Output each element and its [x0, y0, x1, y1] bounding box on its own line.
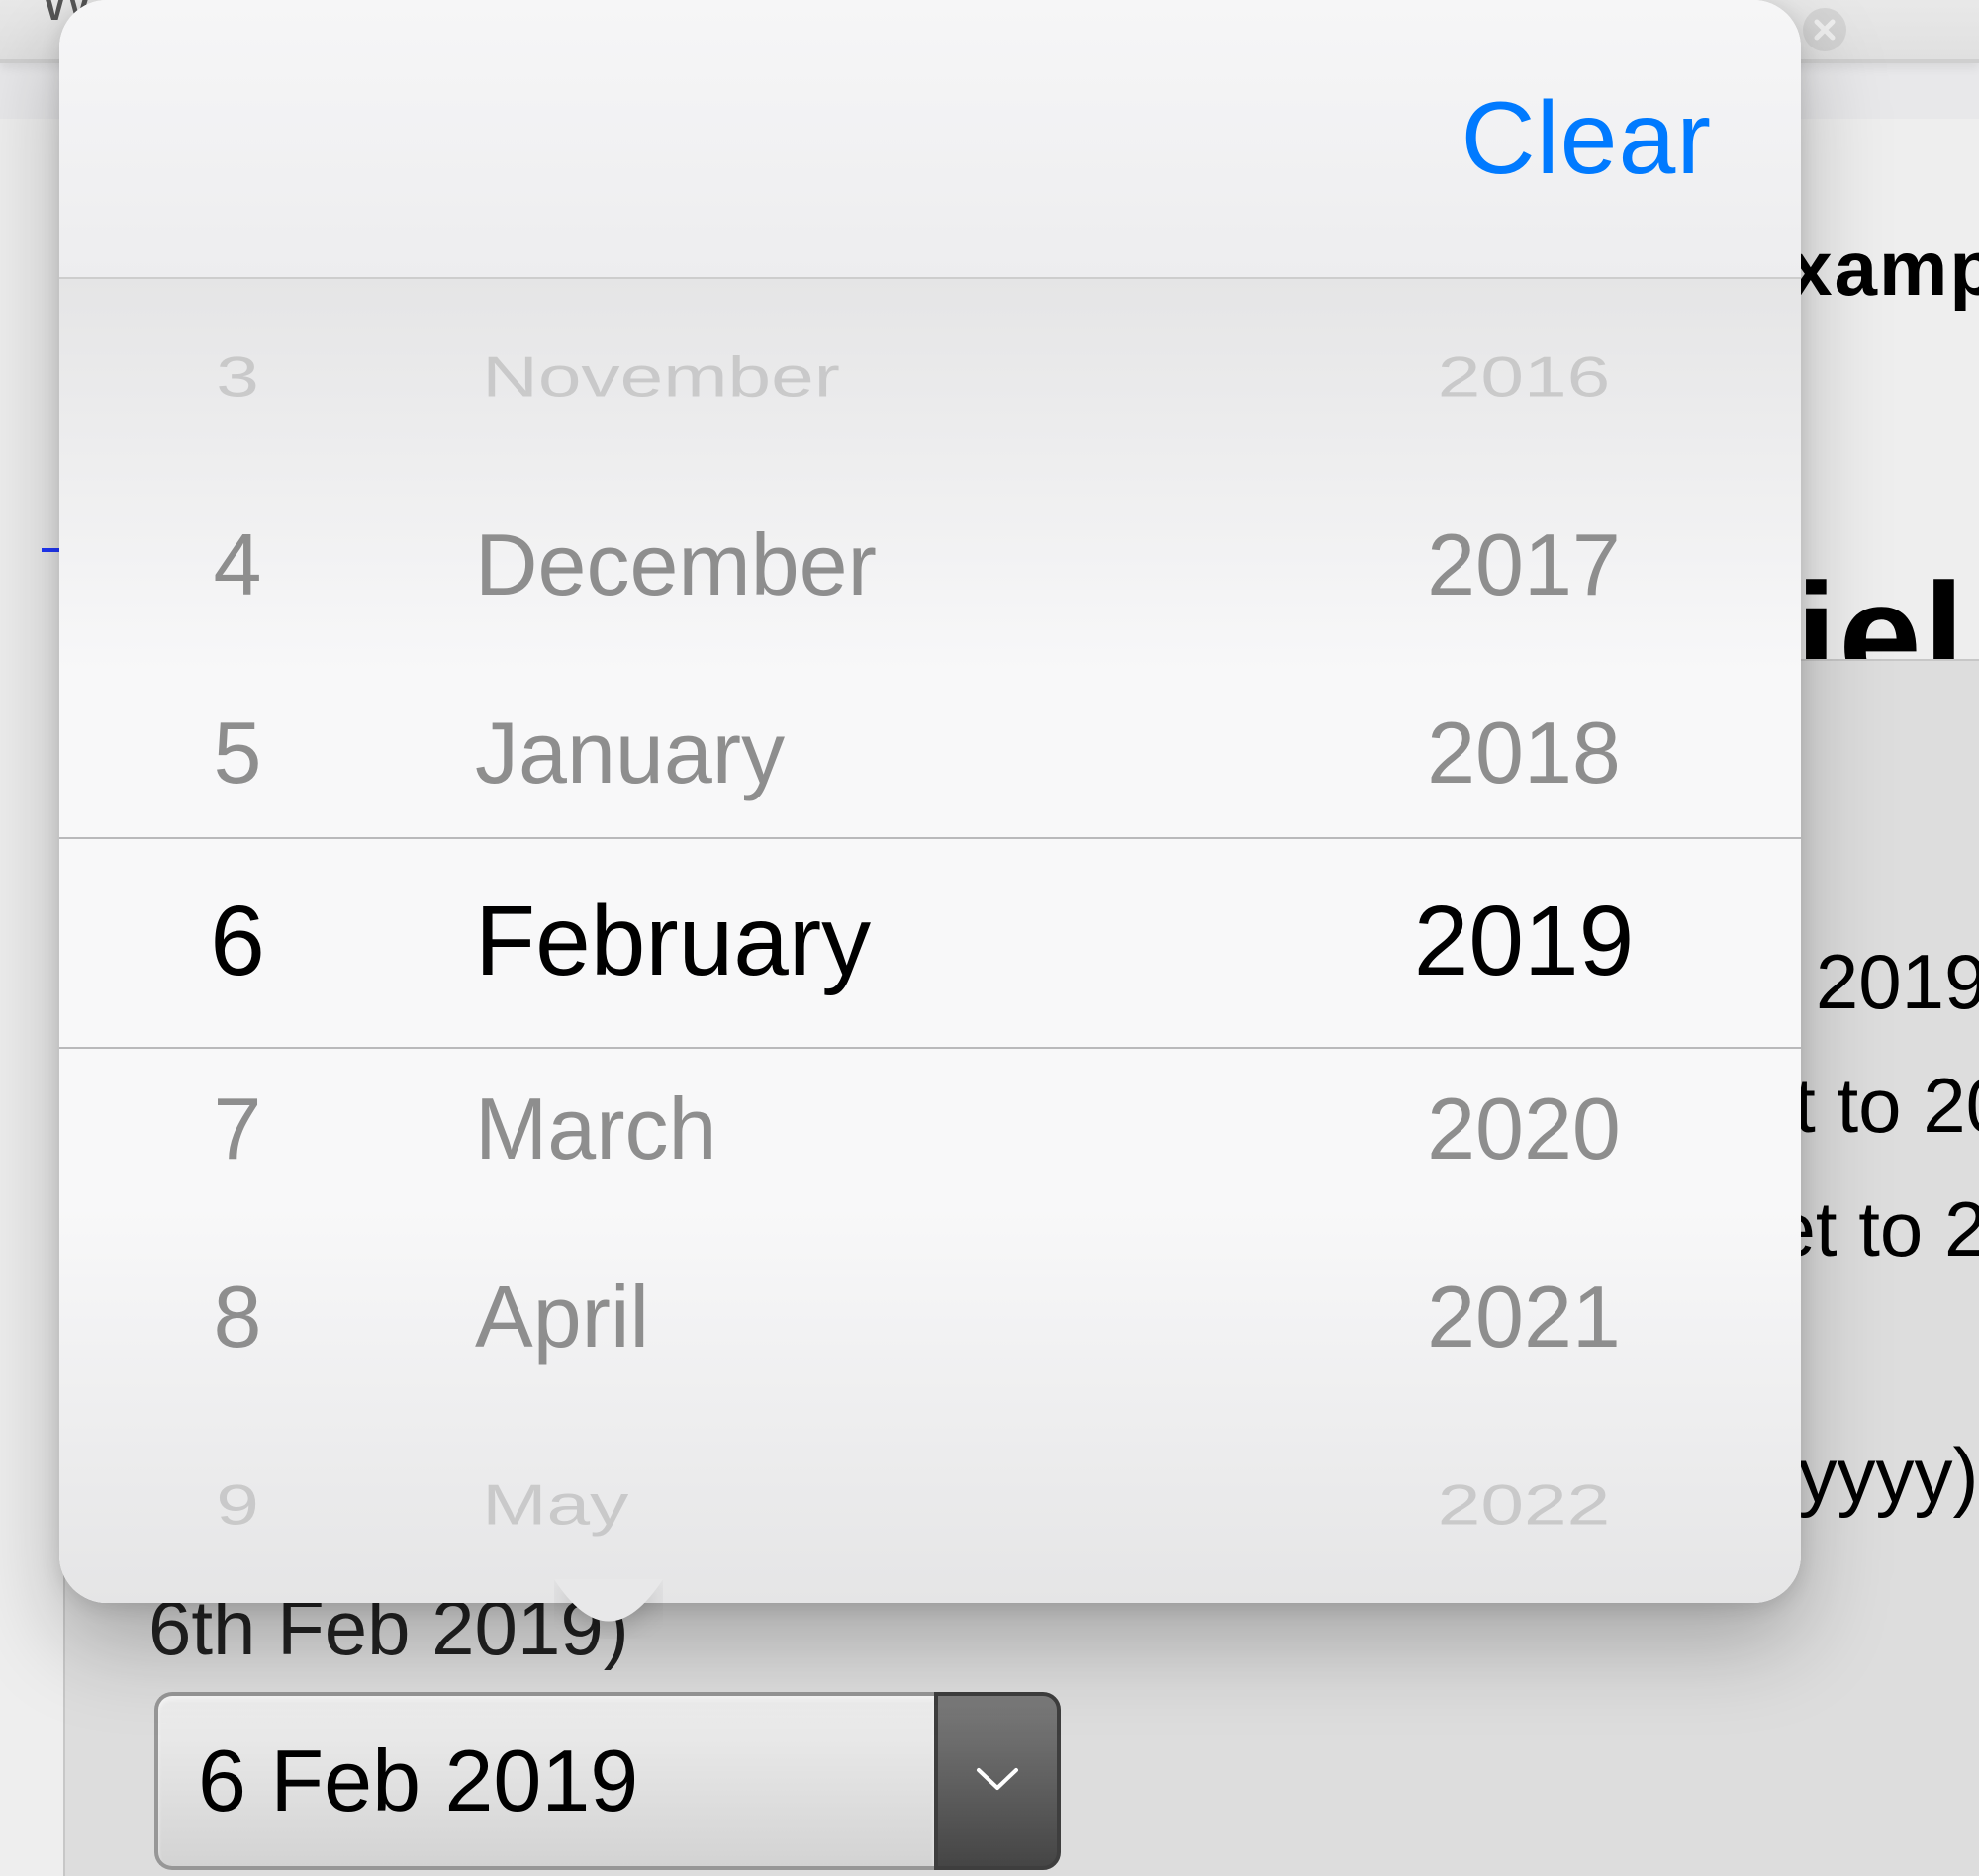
year-wheel[interactable]: 2015 2016 2017 2018 2019 2020 2021 2022 …	[1247, 279, 1801, 1603]
day-option[interactable]: 7	[59, 1035, 416, 1223]
month-option-selected[interactable]: February	[416, 847, 1247, 1035]
date-select-dropdown-button[interactable]	[934, 1692, 1061, 1870]
day-option-selected[interactable]: 6	[59, 847, 416, 1035]
month-option[interactable]: December	[416, 471, 1247, 659]
side-text-fragment: 2019 t to 20 et to 2 -yyyy)	[1773, 920, 1979, 1538]
month-option[interactable]: November	[424, 310, 1238, 445]
date-picker-toolbar: Clear	[59, 0, 1801, 279]
clear-button[interactable]: Clear	[1461, 80, 1712, 198]
year-option[interactable]: 2016	[1253, 310, 1796, 445]
day-option[interactable]: 4	[59, 471, 416, 659]
day-wheel[interactable]: 2 3 4 5 6 7 8 9 10	[59, 279, 416, 1603]
date-select[interactable]: 6 Feb 2019	[154, 1692, 1061, 1870]
year-option[interactable]: 2018	[1247, 659, 1801, 847]
date-picker-popover: Clear 2 3 4 5 6 7 8 9 10 October Novembe…	[59, 0, 1801, 1603]
day-option[interactable]: 8	[59, 1223, 416, 1411]
year-option[interactable]: 2022	[1253, 1438, 1796, 1573]
month-option[interactable]: January	[416, 659, 1247, 847]
day-option[interactable]: 3	[63, 310, 413, 445]
chevron-down-icon	[975, 1764, 1020, 1799]
month-option[interactable]: March	[416, 1035, 1247, 1223]
day-option[interactable]: 5	[59, 659, 416, 847]
popover-arrow-icon	[554, 1579, 663, 1639]
year-option[interactable]: 2017	[1247, 471, 1801, 659]
date-select-value[interactable]: 6 Feb 2019	[154, 1692, 934, 1870]
month-option[interactable]: May	[424, 1438, 1238, 1573]
link-fragment	[42, 473, 61, 552]
day-option[interactable]: 9	[63, 1438, 413, 1573]
year-option[interactable]: 2021	[1247, 1223, 1801, 1411]
date-picker-wheels: 2 3 4 5 6 7 8 9 10 October November Dece…	[59, 279, 1801, 1603]
year-option-selected[interactable]: 2019	[1247, 847, 1801, 1035]
year-option[interactable]: 2020	[1247, 1035, 1801, 1223]
month-option[interactable]: April	[416, 1223, 1247, 1411]
month-wheel[interactable]: October November December January Februa…	[416, 279, 1247, 1603]
